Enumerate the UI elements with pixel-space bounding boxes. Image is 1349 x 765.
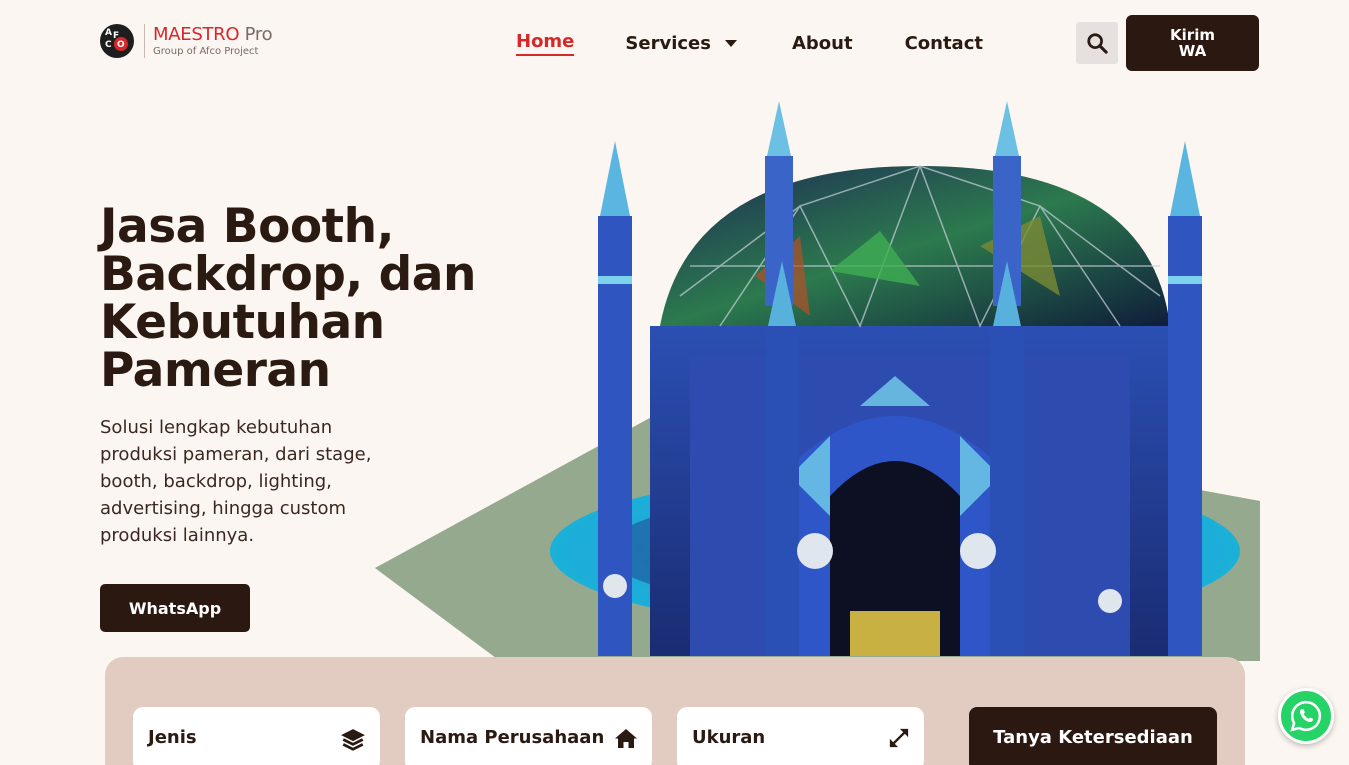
logo-letter-a: A bbox=[105, 28, 112, 38]
kirim-wa-button[interactable]: Kirim WA bbox=[1126, 15, 1259, 71]
nama-perusahaan-field-label: Nama Perusahaan bbox=[420, 727, 605, 748]
ukuran-field[interactable]: Ukuran bbox=[677, 707, 924, 765]
nav-home-link[interactable]: Home bbox=[516, 30, 575, 56]
search-button[interactable] bbox=[1076, 22, 1118, 64]
nav-services-link[interactable]: Services bbox=[625, 30, 737, 56]
logo-letter-c: C bbox=[105, 40, 112, 50]
main-nav: Home Services About Contact bbox=[516, 30, 983, 56]
layers-icon bbox=[341, 729, 365, 751]
home-icon bbox=[615, 729, 637, 748]
brand-name-main: MAESTRO bbox=[153, 23, 240, 45]
hero-title: Jasa Booth, Backdrop, dan Kebutuhan Pame… bbox=[100, 199, 476, 398]
nav-services-label: Services bbox=[625, 32, 711, 54]
brand-logo[interactable]: A F C O MAESTRO Pro Group of Afco Projec… bbox=[100, 23, 273, 58]
search-icon bbox=[1087, 33, 1108, 54]
jenis-field-label: Jenis bbox=[148, 727, 197, 748]
brand-name-suffix: Pro bbox=[244, 23, 273, 45]
chevron-down-icon bbox=[724, 39, 737, 47]
floating-whatsapp-button[interactable] bbox=[1278, 688, 1334, 744]
jenis-field[interactable]: Jenis bbox=[133, 707, 380, 765]
ukuran-field-label: Ukuran bbox=[692, 727, 766, 748]
site-header: A F C O MAESTRO Pro Group of Afco Projec… bbox=[0, 0, 1349, 86]
logo-letter-o: O bbox=[117, 40, 125, 50]
whatsapp-icon bbox=[1290, 700, 1322, 732]
hero-whatsapp-button[interactable]: WhatsApp bbox=[100, 584, 250, 632]
brand-tagline: Group of Afco Project bbox=[153, 45, 259, 57]
logo-divider bbox=[144, 24, 145, 58]
logo-mark-icon: A F C O bbox=[100, 24, 134, 58]
tanya-ketersediaan-button[interactable]: Tanya Ketersediaan bbox=[969, 707, 1217, 765]
hero-description: Solusi lengkap kebutuhan produksi pamera… bbox=[100, 417, 372, 546]
logo-text: MAESTRO Pro Group of Afco Project bbox=[153, 23, 273, 57]
brand-name: MAESTRO Pro bbox=[153, 23, 273, 45]
nav-about-link[interactable]: About bbox=[792, 30, 853, 56]
nav-contact-link[interactable]: Contact bbox=[905, 30, 983, 56]
nama-perusahaan-field[interactable]: Nama Perusahaan bbox=[405, 707, 652, 765]
expand-icon bbox=[889, 728, 909, 748]
